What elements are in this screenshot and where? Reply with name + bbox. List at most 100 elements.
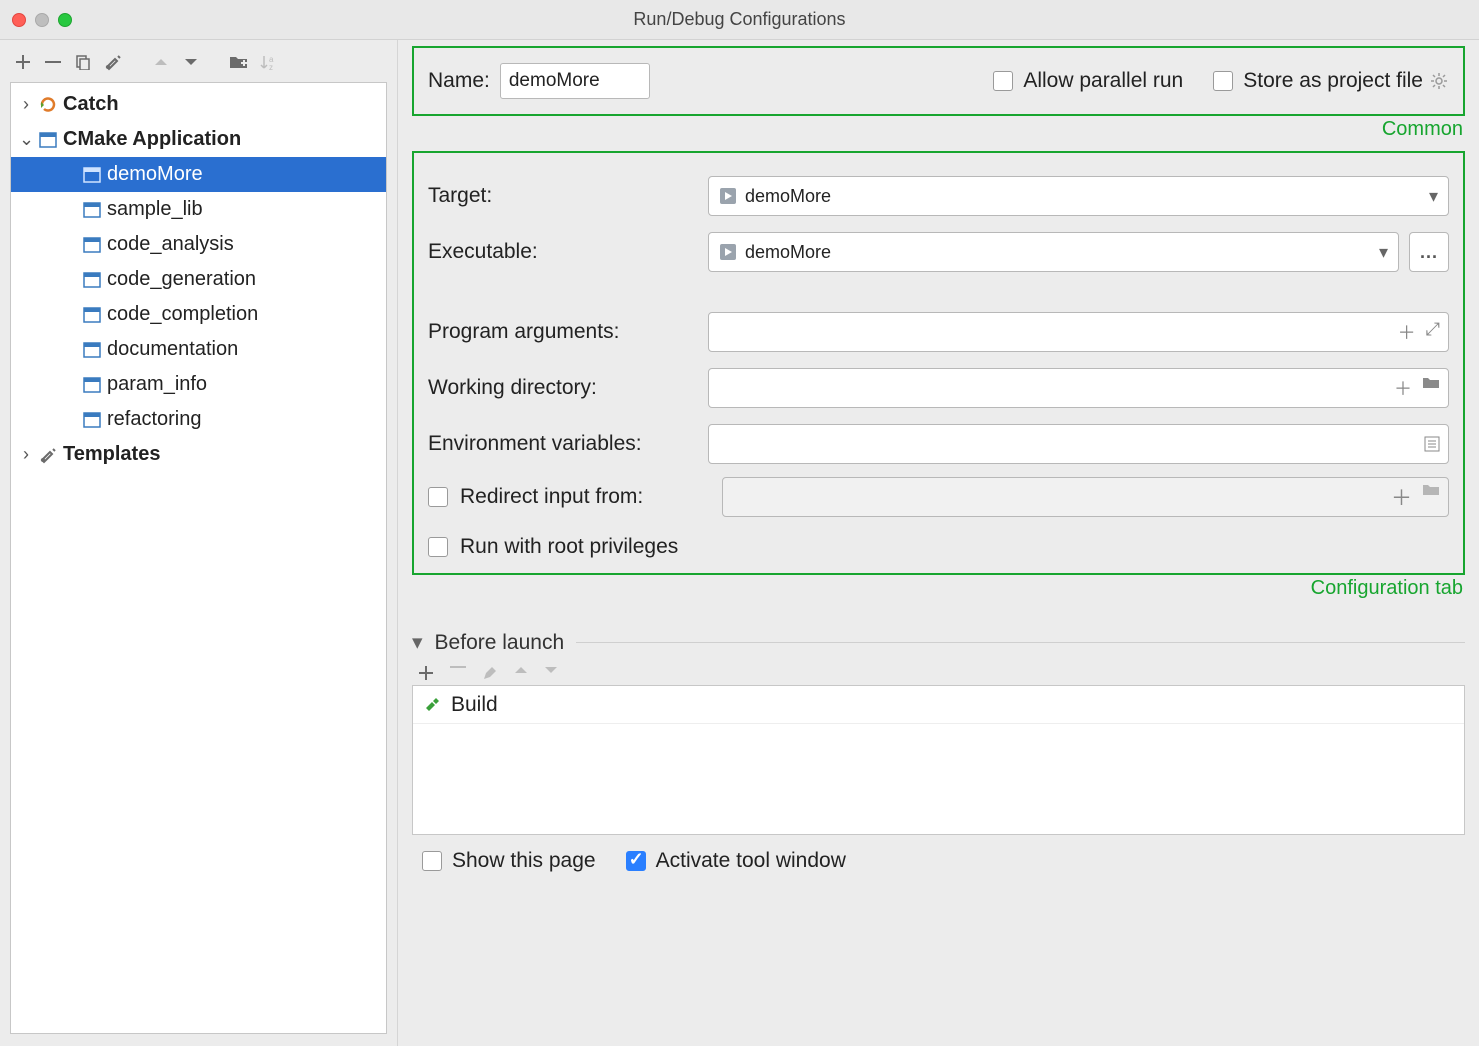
target-label: Target: — [428, 184, 708, 208]
move-up-button[interactable] — [514, 665, 528, 681]
window-title: Run/Debug Configurations — [0, 9, 1479, 30]
edit-task-button[interactable] — [482, 665, 498, 681]
remove-config-button[interactable] — [42, 51, 64, 73]
store-project-checkbox[interactable] — [1213, 71, 1233, 91]
executable-value: demoMore — [745, 242, 831, 263]
wd-input[interactable]: ＋ — [708, 368, 1449, 408]
application-icon — [83, 237, 101, 253]
before-launch-item-label: Build — [451, 693, 498, 717]
redirect-checkbox[interactable] — [428, 487, 448, 507]
chevron-right-icon: › — [19, 94, 33, 115]
move-down-button[interactable] — [544, 665, 558, 681]
insert-macro-icon[interactable]: ＋ — [1394, 375, 1412, 401]
tree-label: CMake Application — [63, 128, 241, 151]
executable-browse-button[interactable]: ... — [1409, 232, 1449, 272]
run-target-icon — [719, 243, 737, 261]
tree-label: Catch — [63, 93, 119, 116]
insert-macro-icon[interactable]: ＋ — [1398, 319, 1416, 345]
env-label: Environment variables: — [428, 432, 708, 456]
add-config-button[interactable] — [12, 51, 34, 73]
expand-icon[interactable]: ⤢ — [1426, 319, 1440, 345]
application-icon — [83, 342, 101, 358]
allow-parallel-label: Allow parallel run — [1023, 69, 1183, 93]
chevron-down-icon: ▾ — [1379, 242, 1388, 263]
sort-button[interactable]: az — [258, 51, 280, 73]
browse-folder-icon[interactable] — [1422, 375, 1440, 401]
env-input[interactable] — [708, 424, 1449, 464]
folder-button[interactable] — [228, 51, 250, 73]
sidebar-toolbar: az — [10, 46, 387, 82]
move-up-button[interactable] — [150, 51, 172, 73]
before-launch-list[interactable]: Build — [412, 685, 1465, 835]
tree-node-templates[interactable]: › Templates — [11, 437, 386, 472]
tree-node-cmake-app[interactable]: ⌄ CMake Application — [11, 122, 386, 157]
run-target-icon — [719, 187, 737, 205]
root-priv-checkbox[interactable] — [428, 537, 448, 557]
hammer-icon — [423, 696, 441, 714]
application-icon — [39, 132, 57, 148]
executable-combo[interactable]: demoMore ▾ — [708, 232, 1399, 272]
target-combo[interactable]: demoMore ▾ — [708, 176, 1449, 216]
name-input[interactable] — [500, 63, 650, 99]
chevron-down-icon: ▾ — [412, 630, 423, 655]
gear-icon[interactable] — [1429, 71, 1449, 91]
redirect-input: ＋ — [722, 477, 1449, 517]
browse-folder-icon — [1422, 482, 1440, 512]
remove-task-button[interactable] — [450, 665, 466, 681]
store-project-label: Store as project file — [1243, 69, 1423, 93]
copy-config-button[interactable] — [72, 51, 94, 73]
before-launch-item-build[interactable]: Build — [413, 686, 1464, 724]
activate-tool-window-checkbox[interactable] — [626, 851, 646, 871]
config-tree[interactable]: › Catch ⌄ CMake Application demoMore sam… — [10, 82, 387, 1034]
tree-item-param-info[interactable]: param_info — [11, 367, 386, 402]
application-icon — [83, 307, 101, 323]
wd-label: Working directory: — [428, 376, 708, 400]
allow-parallel-checkbox[interactable] — [993, 71, 1013, 91]
tree-item-code-completion[interactable]: code_completion — [11, 297, 386, 332]
tree-label: refactoring — [107, 408, 202, 431]
tree-item-code-generation[interactable]: code_generation — [11, 262, 386, 297]
chevron-down-icon: ▾ — [1429, 186, 1438, 207]
application-icon — [83, 412, 101, 428]
before-launch-toolbar — [412, 661, 1465, 685]
tree-label: code_analysis — [107, 233, 234, 256]
show-page-checkbox[interactable] — [422, 851, 442, 871]
insert-macro-icon: ＋ — [1391, 482, 1412, 512]
tree-label: code_completion — [107, 303, 258, 326]
before-launch-label: Before launch — [435, 631, 565, 655]
titlebar: Run/Debug Configurations — [0, 0, 1479, 40]
config-form: Name: Allow parallel run Store as projec… — [398, 40, 1479, 1046]
tree-item-code-analysis[interactable]: code_analysis — [11, 227, 386, 262]
tree-node-catch[interactable]: › Catch — [11, 87, 386, 122]
tree-label: param_info — [107, 373, 207, 396]
executable-label: Executable: — [428, 240, 708, 264]
target-value: demoMore — [745, 186, 831, 207]
catch-icon — [39, 96, 57, 114]
wrench-icon — [39, 446, 57, 464]
tree-item-refactoring[interactable]: refactoring — [11, 402, 386, 437]
tree-label: documentation — [107, 338, 238, 361]
application-icon — [83, 272, 101, 288]
tree-label: code_generation — [107, 268, 256, 291]
show-page-label: Show this page — [452, 849, 596, 873]
tree-item-demoMore[interactable]: demoMore — [11, 157, 386, 192]
svg-text:z: z — [269, 63, 273, 71]
config-caption: Configuration tab — [412, 577, 1463, 600]
move-down-button[interactable] — [180, 51, 202, 73]
before-launch-header[interactable]: ▾ Before launch — [412, 630, 1465, 655]
tree-item-sample-lib[interactable]: sample_lib — [11, 192, 386, 227]
tree-label: Templates — [63, 443, 160, 466]
args-input[interactable]: ＋ ⤢ — [708, 312, 1449, 352]
list-icon[interactable] — [1424, 436, 1440, 452]
chevron-down-icon: ⌄ — [19, 129, 33, 150]
name-label: Name: — [428, 69, 490, 93]
configurations-sidebar: az › Catch ⌄ CMake Application demoMore … — [0, 40, 398, 1046]
redirect-label: Redirect input from: — [460, 485, 720, 509]
edit-templates-button[interactable] — [102, 51, 124, 73]
common-caption: Common — [412, 118, 1463, 141]
configuration-panel: Target: demoMore ▾ Executable: demoMore … — [412, 151, 1465, 575]
application-icon — [83, 167, 101, 183]
tree-item-documentation[interactable]: documentation — [11, 332, 386, 367]
add-task-button[interactable] — [418, 665, 434, 681]
common-panel: Name: Allow parallel run Store as projec… — [412, 46, 1465, 116]
